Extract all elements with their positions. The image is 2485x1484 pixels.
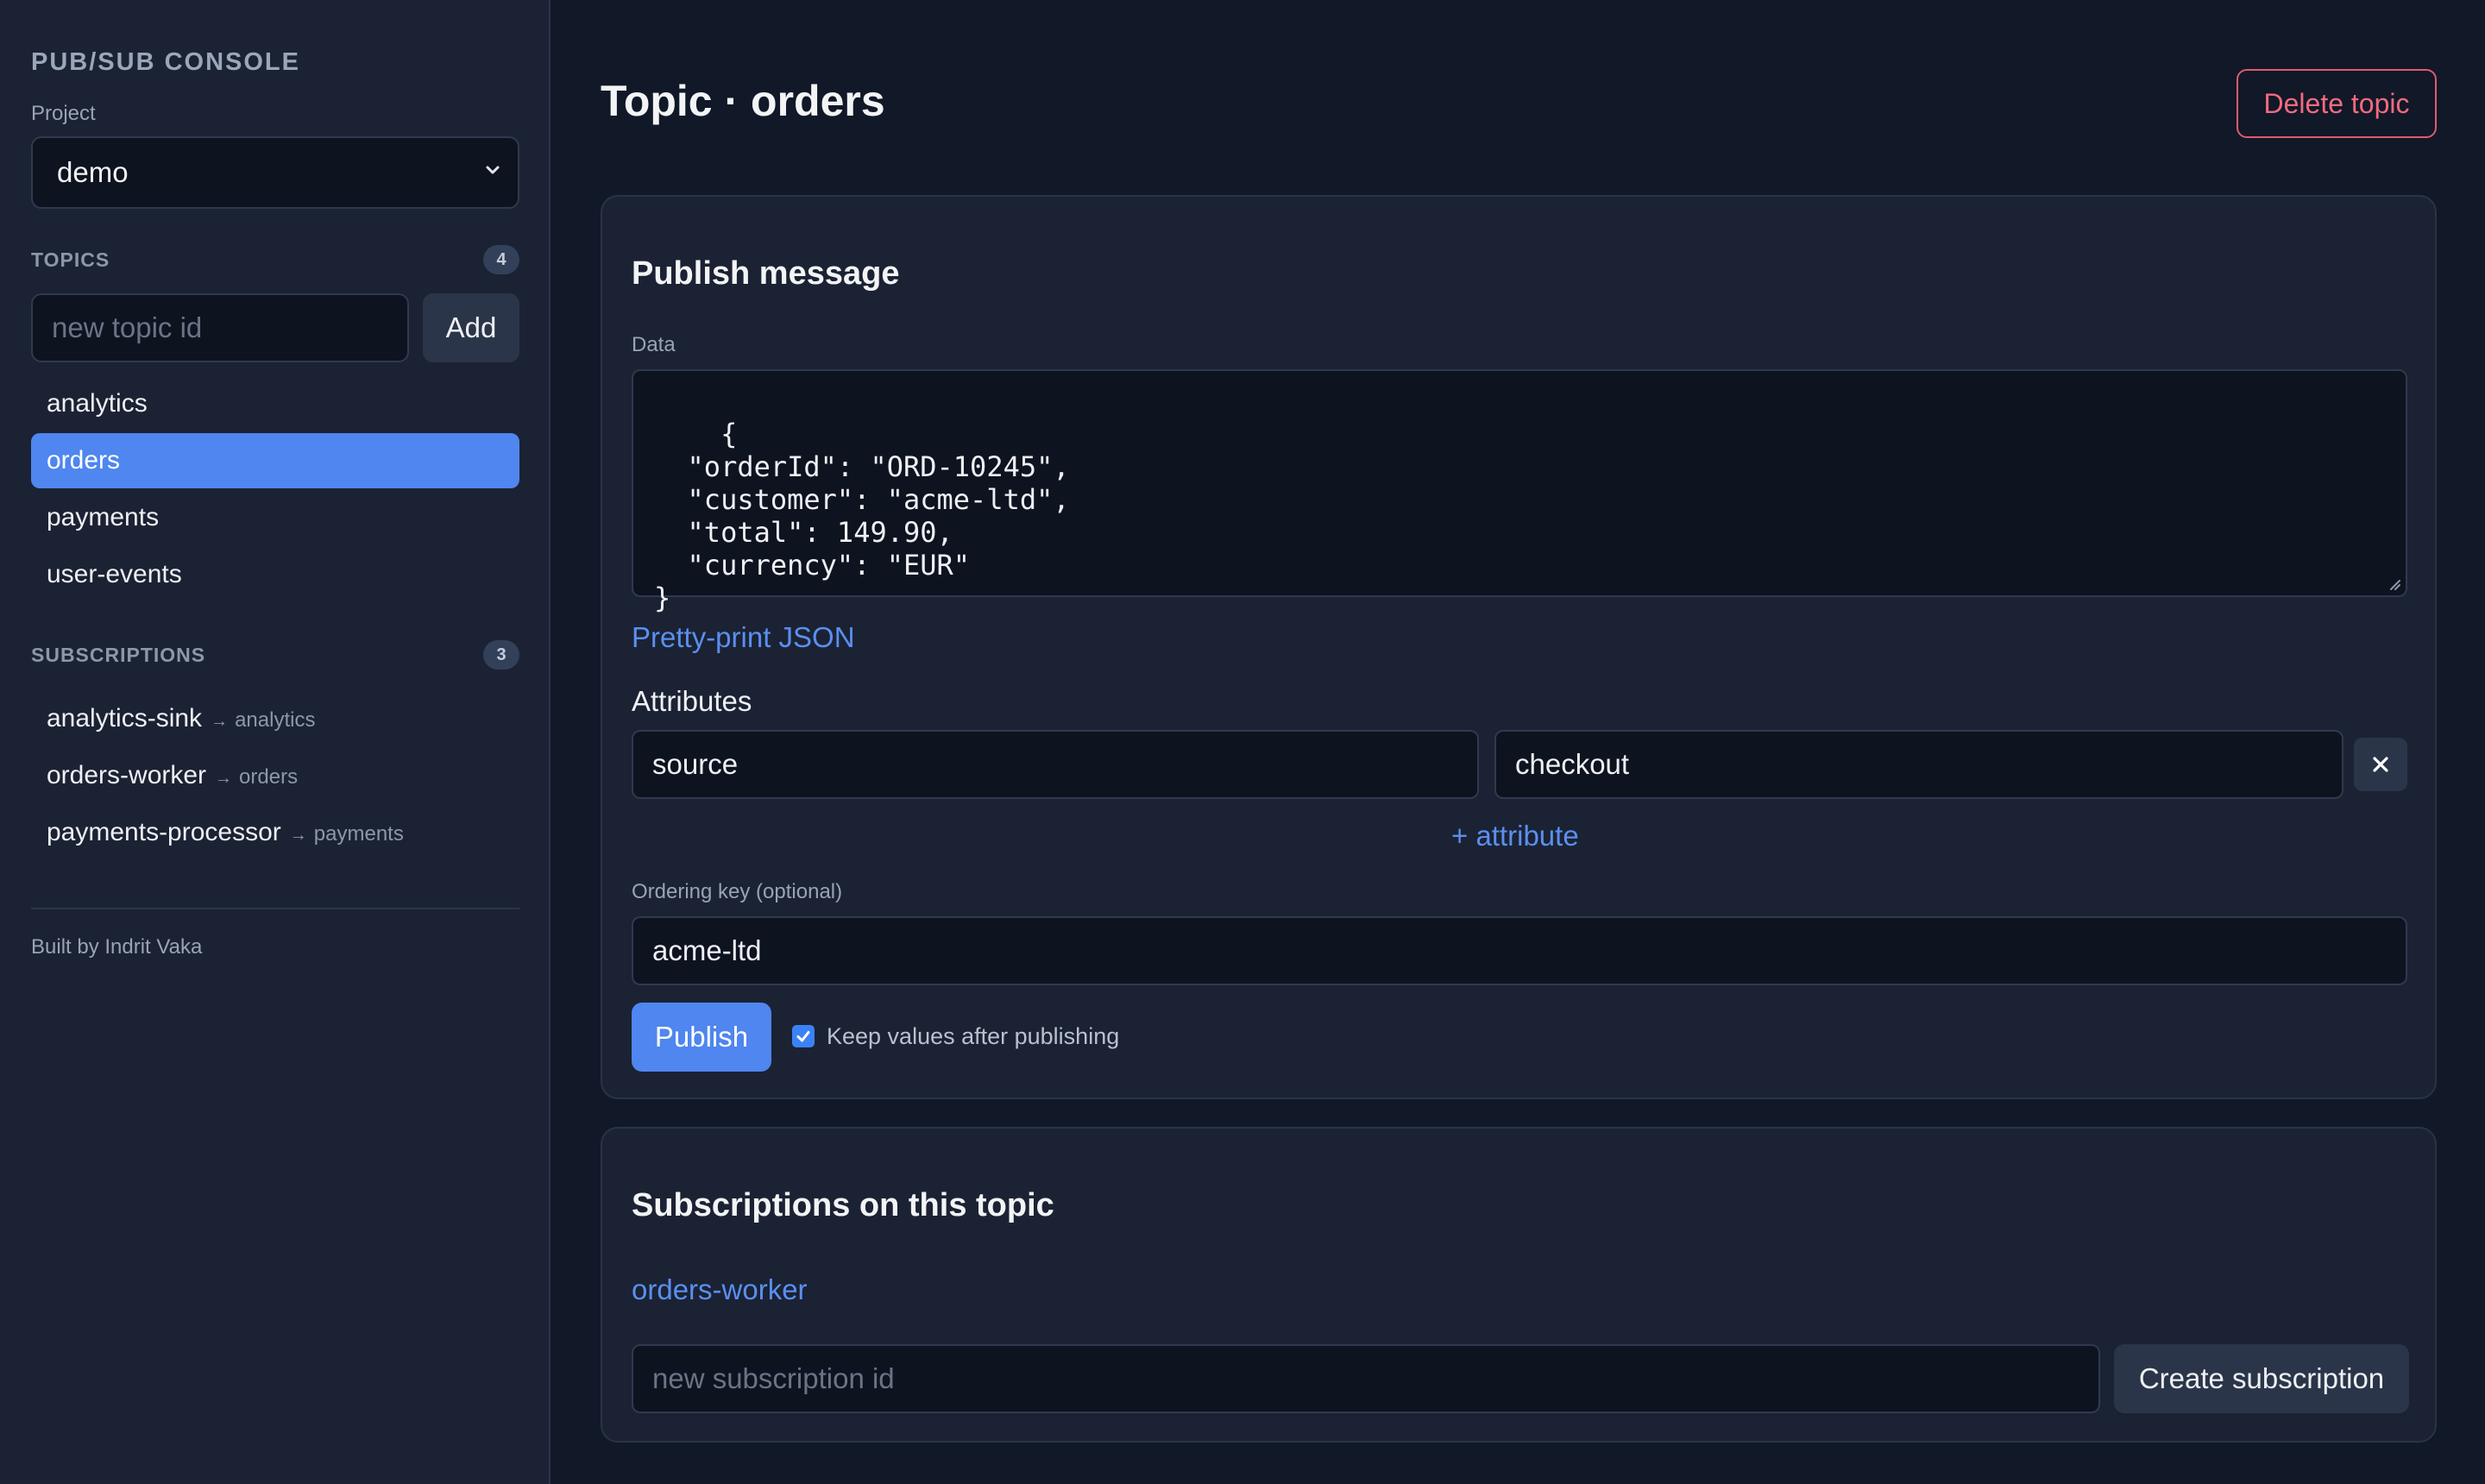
new-topic-input[interactable] xyxy=(31,293,409,362)
subscriptions-count-badge: 3 xyxy=(483,640,519,670)
add-topic-button[interactable]: Add xyxy=(423,293,519,362)
attribute-value-input[interactable]: checkout xyxy=(1494,730,2343,799)
create-subscription-button[interactable]: Create subscription xyxy=(2114,1344,2409,1413)
subscription-name: analytics-sink xyxy=(47,704,203,733)
attribute-key-input[interactable]: source xyxy=(632,730,1479,799)
subscription-name: orders-worker xyxy=(47,761,207,789)
remove-attribute-button[interactable] xyxy=(2354,738,2407,791)
new-subscription-input[interactable]: new subscription id xyxy=(632,1344,2100,1413)
arrow-right-icon: → xyxy=(289,826,307,845)
page-title: Topic · orders xyxy=(601,77,885,125)
message-data-textarea[interactable]: { "orderId": "ORD-10245", "customer": "a… xyxy=(632,369,2407,614)
subscriptions-section-title: SUBSCRIPTIONS xyxy=(31,643,206,666)
ordering-key-label: Ordering key (optional) xyxy=(632,880,843,903)
sidebar-divider xyxy=(31,908,519,909)
subscription-item-payments-processor[interactable]: payments-processor → payments xyxy=(31,804,519,859)
topics-section-header: TOPICS 4 xyxy=(31,245,519,274)
subscription-name: payments-processor xyxy=(47,818,281,846)
topic-item-user-events[interactable]: user-events xyxy=(31,547,519,602)
attribute-value-text: checkout xyxy=(1515,748,1630,780)
message-data-value: { "orderId": "ORD-10245", "customer": "a… xyxy=(654,418,1070,614)
project-select-value: demo xyxy=(57,156,129,188)
topic-item-label: analytics xyxy=(47,389,148,418)
pretty-print-json-link[interactable]: Pretty-print JSON xyxy=(632,621,855,654)
subscriptions-card-title: Subscriptions on this topic xyxy=(632,1187,1054,1223)
topic-item-label: user-events xyxy=(47,560,182,588)
publish-card-title: Publish message xyxy=(632,255,900,292)
topic-item-label: payments xyxy=(47,503,160,531)
subscriptions-section-header: SUBSCRIPTIONS 3 xyxy=(31,640,519,670)
subscription-item-analytics-sink[interactable]: analytics-sink → analytics xyxy=(31,690,519,745)
sidebar: PUB/SUB CONSOLE Project demo TOPICS 4 Ad… xyxy=(0,0,550,1484)
ordering-key-input[interactable]: acme-ltd xyxy=(632,916,2407,985)
data-label: Data xyxy=(632,333,676,356)
arrow-right-icon: → xyxy=(211,712,229,731)
topic-item-orders[interactable]: orders xyxy=(31,433,519,488)
project-select[interactable]: demo xyxy=(31,136,519,209)
resize-grip-icon[interactable] xyxy=(2387,576,2400,590)
close-icon xyxy=(2373,757,2388,772)
topic-item-analytics[interactable]: analytics xyxy=(31,376,519,431)
delete-topic-button[interactable]: Delete topic xyxy=(2236,69,2437,138)
topics-count-badge: 4 xyxy=(483,245,519,274)
topic-item-label: orders xyxy=(47,446,121,475)
footer-credit: Built by Indrit Vaka xyxy=(31,935,203,959)
project-label: Project xyxy=(31,102,96,125)
subscription-topic: analytics xyxy=(235,708,316,732)
ordering-key-value: acme-ltd xyxy=(652,934,762,966)
attribute-key-value: source xyxy=(652,748,739,780)
subscription-topic: orders xyxy=(239,765,299,789)
chevron-down-icon xyxy=(486,166,500,174)
add-attribute-link[interactable]: + attribute xyxy=(1451,820,1579,852)
app-brand: PUB/SUB CONSOLE xyxy=(31,48,300,76)
topic-item-payments[interactable]: payments xyxy=(31,490,519,545)
subscription-topic: payments xyxy=(313,822,404,846)
attributes-heading: Attributes xyxy=(632,685,752,717)
publish-message-card: Publish message Data { "orderId": "ORD-1… xyxy=(601,195,2437,1099)
new-subscription-placeholder: new subscription id xyxy=(652,1362,895,1394)
topic-subscriptions-card: Subscriptions on this topic orders-worke… xyxy=(601,1127,2437,1443)
subscription-item-orders-worker[interactable]: orders-worker → orders xyxy=(31,747,519,802)
checkmark-icon xyxy=(796,1031,810,1042)
subscription-link-orders-worker[interactable]: orders-worker xyxy=(632,1273,808,1306)
publish-button[interactable]: Publish xyxy=(632,1003,771,1072)
keep-values-label[interactable]: Keep values after publishing xyxy=(827,1023,1119,1050)
arrow-right-icon: → xyxy=(215,769,233,788)
topics-section-title: TOPICS xyxy=(31,248,110,271)
keep-values-checkbox[interactable] xyxy=(792,1025,815,1047)
